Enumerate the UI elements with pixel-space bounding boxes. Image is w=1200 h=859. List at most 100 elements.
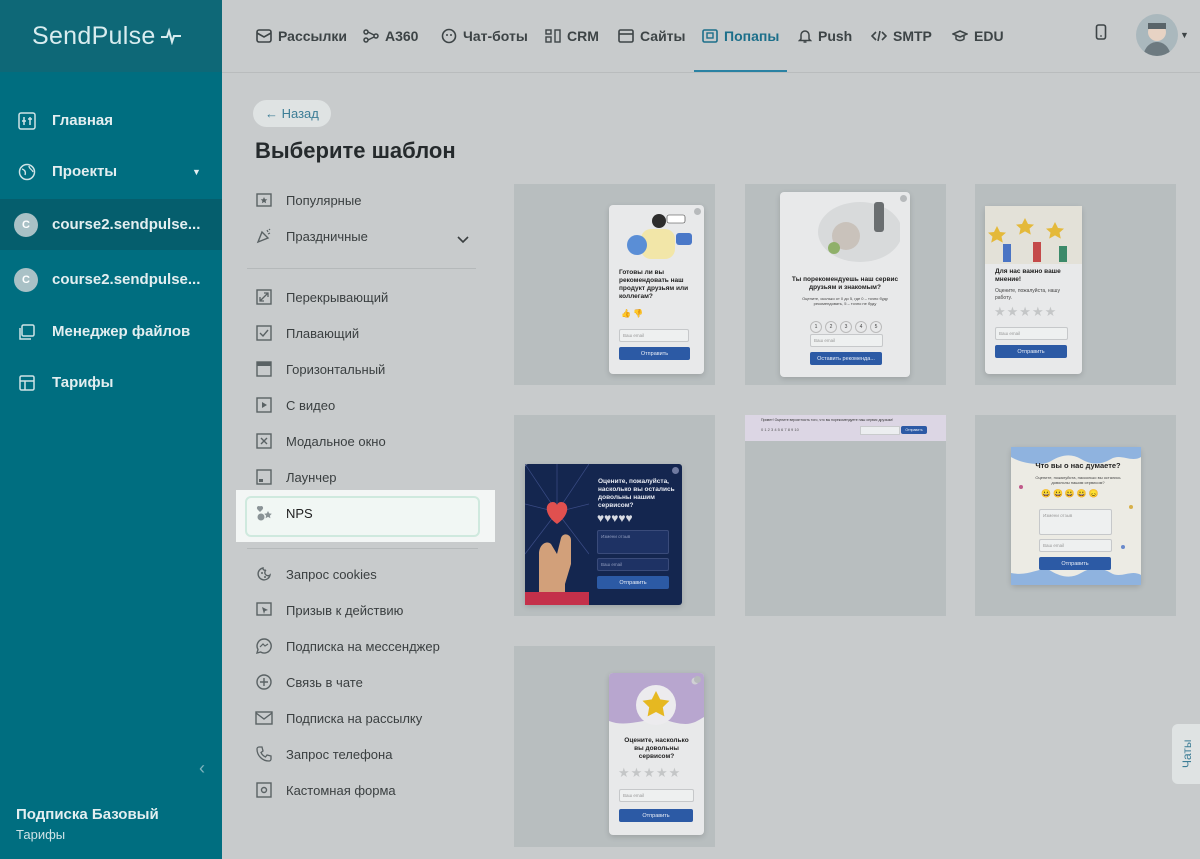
category-messenger[interactable]: Подписка на мессенджер bbox=[255, 635, 440, 657]
mobile-app-icon[interactable] bbox=[1095, 24, 1107, 45]
plan-link[interactable]: Тарифы bbox=[16, 827, 159, 842]
back-button[interactable]: ← Назад bbox=[253, 100, 331, 127]
popup-preview: Готовы ли вы рекомендовать наш продукт д… bbox=[609, 205, 704, 374]
nav-popups[interactable]: Попапы bbox=[693, 0, 788, 72]
feedback-input: Измени отзыв bbox=[597, 530, 669, 554]
category-modal[interactable]: Модальное окно bbox=[255, 430, 386, 452]
popup-preview: Для нас важно ваше мнение! Оцените, пожа… bbox=[985, 206, 1082, 374]
rating-stars: ★★★★★ bbox=[618, 765, 682, 780]
category-cta[interactable]: Призыв к действию bbox=[255, 599, 403, 621]
heart-hand-illustration bbox=[525, 464, 589, 605]
category-label: Модальное окно bbox=[286, 433, 386, 449]
sidebar-item-home[interactable]: Главная bbox=[0, 95, 222, 146]
automation-icon bbox=[363, 29, 379, 43]
logo[interactable]: SendPulse bbox=[0, 0, 222, 72]
nav-label: A360 bbox=[385, 28, 419, 44]
project-avatar: C bbox=[14, 212, 38, 237]
category-custom[interactable]: Кастомная форма bbox=[255, 779, 396, 801]
popup-preview: Ты порекомендуешь наш сервис друзьям и з… bbox=[780, 192, 910, 377]
category-newsletter[interactable]: Подписка на рассылку bbox=[255, 707, 422, 729]
play-icon bbox=[255, 396, 273, 414]
category-holidays[interactable]: Праздничные bbox=[255, 225, 368, 247]
email-input: Ваш email bbox=[597, 558, 669, 571]
code-icon bbox=[871, 29, 887, 43]
nav-crm[interactable]: CRM bbox=[545, 0, 599, 72]
party-popper-icon bbox=[255, 227, 273, 245]
sidebar-item-label: Менеджер файлов bbox=[52, 323, 191, 340]
caret-down-icon: ▼ bbox=[192, 166, 201, 177]
template-card[interactable]: Оцените, насколько вы довольны сервисом?… bbox=[514, 646, 715, 847]
template-card[interactable]: Готовы ли вы рекомендовать наш продукт д… bbox=[514, 184, 715, 385]
messenger-icon bbox=[255, 637, 273, 655]
nav-sites[interactable]: Сайты bbox=[618, 0, 686, 72]
chevron-down-icon[interactable] bbox=[457, 231, 469, 249]
template-card[interactable]: Для нас важно ваше мнение! Оцените, пожа… bbox=[975, 184, 1176, 385]
nav-a360[interactable]: A360 bbox=[363, 0, 418, 72]
nps-icon bbox=[255, 504, 273, 522]
email-input: Ваш email bbox=[995, 327, 1068, 340]
category-nps[interactable]: NPS bbox=[255, 502, 313, 524]
plan-title: Подписка Базовый bbox=[16, 806, 159, 823]
nav-campaigns[interactable]: Рассылки bbox=[256, 0, 347, 72]
popup-title: Оцените, пожалуйста, насколько вы остали… bbox=[598, 478, 675, 510]
nav-label: Чат-боты bbox=[463, 28, 528, 44]
category-overlay[interactable]: Перекрывающий bbox=[255, 286, 388, 308]
nav-label: EDU bbox=[974, 28, 1004, 44]
category-label: Популярные bbox=[286, 192, 362, 208]
expand-icon bbox=[255, 288, 273, 306]
category-label: Плавающий bbox=[286, 325, 360, 341]
category-label: Лаунчер bbox=[286, 469, 337, 485]
popup-subtitle: Оцените, сколько от 0 до 5, где 0 – точн… bbox=[802, 296, 888, 307]
scale-item: 2 bbox=[825, 321, 837, 333]
nav-smtp[interactable]: SMTP bbox=[871, 0, 932, 72]
nav-label: Сайты bbox=[640, 28, 686, 44]
popup-preview: Оцените, насколько вы довольны сервисом?… bbox=[609, 673, 704, 835]
template-card[interactable]: Оцените, пожалуйста, насколько вы остали… bbox=[514, 415, 715, 616]
cursor-icon bbox=[255, 601, 273, 619]
sidebar-item-projects[interactable]: Проекты ▼ bbox=[0, 146, 222, 197]
sidebar-item-label: Тарифы bbox=[52, 374, 114, 391]
chats-tab[interactable]: Чаты bbox=[1172, 724, 1200, 784]
category-chat[interactable]: Связь в чате bbox=[255, 671, 363, 693]
template-card[interactable]: Что вы о нас думаете? Оцените, пожалуйст… bbox=[975, 415, 1176, 616]
scale-row: 0 1 2 3 4 5 6 7 8 9 10 bbox=[761, 427, 799, 432]
nav-label: Push bbox=[818, 28, 853, 44]
divider bbox=[247, 548, 478, 549]
category-cookies[interactable]: Запрос cookies bbox=[255, 563, 377, 585]
sidebar-item-pricing[interactable]: Тарифы bbox=[0, 357, 222, 408]
bar-icon bbox=[255, 360, 273, 378]
popup-subtitle: Оцените, пожалуйста, насколько вы остали… bbox=[1035, 475, 1121, 486]
category-video[interactable]: С видео bbox=[255, 394, 335, 416]
email-input: Ваш email bbox=[1039, 539, 1112, 552]
nav-edu[interactable]: EDU bbox=[952, 0, 1004, 72]
caret-down-icon[interactable]: ▼ bbox=[1180, 30, 1189, 40]
scale-item: 1 bbox=[810, 321, 822, 333]
category-launcher[interactable]: Лаунчер bbox=[255, 466, 337, 488]
template-card[interactable]: Привет! Оцените вероятность того, что вы… bbox=[745, 415, 946, 616]
submit-button: Отправить bbox=[995, 345, 1067, 358]
sidebar-item-files[interactable]: Менеджер файлов bbox=[0, 306, 222, 357]
template-card[interactable]: Ты порекомендуешь наш сервис друзьям и з… bbox=[745, 184, 946, 385]
scale-item: 3 bbox=[840, 321, 852, 333]
nav-push[interactable]: Push bbox=[798, 0, 852, 72]
divider bbox=[247, 268, 476, 269]
submit-button: Отправить bbox=[1039, 557, 1111, 570]
category-label: Призыв к действию bbox=[286, 602, 404, 618]
category-floating[interactable]: Плавающий bbox=[255, 322, 359, 344]
category-label: Горизонтальный bbox=[286, 361, 386, 377]
dashboard-icon bbox=[17, 111, 37, 131]
user-avatar[interactable] bbox=[1136, 14, 1178, 56]
sidebar-item-project-1[interactable]: C course2.sendpulse... bbox=[0, 199, 222, 250]
phone-icon bbox=[255, 745, 273, 763]
sidebar: SendPulse Главная Проекты ▼ C course2.se… bbox=[0, 0, 222, 859]
close-icon bbox=[672, 467, 679, 474]
category-horizontal[interactable]: Горизонтальный bbox=[255, 358, 385, 380]
star-icon bbox=[255, 191, 273, 209]
launcher-icon bbox=[255, 468, 273, 486]
category-popular[interactable]: Популярные bbox=[255, 189, 361, 211]
nav-chatbots[interactable]: Чат-боты bbox=[441, 0, 528, 72]
collapse-sidebar-icon[interactable]: ‹ bbox=[199, 758, 213, 780]
sidebar-item-project-2[interactable]: C course2.sendpulse... bbox=[0, 254, 222, 305]
category-phone[interactable]: Запрос телефона bbox=[255, 743, 392, 765]
category-label: Перекрывающий bbox=[286, 289, 389, 305]
